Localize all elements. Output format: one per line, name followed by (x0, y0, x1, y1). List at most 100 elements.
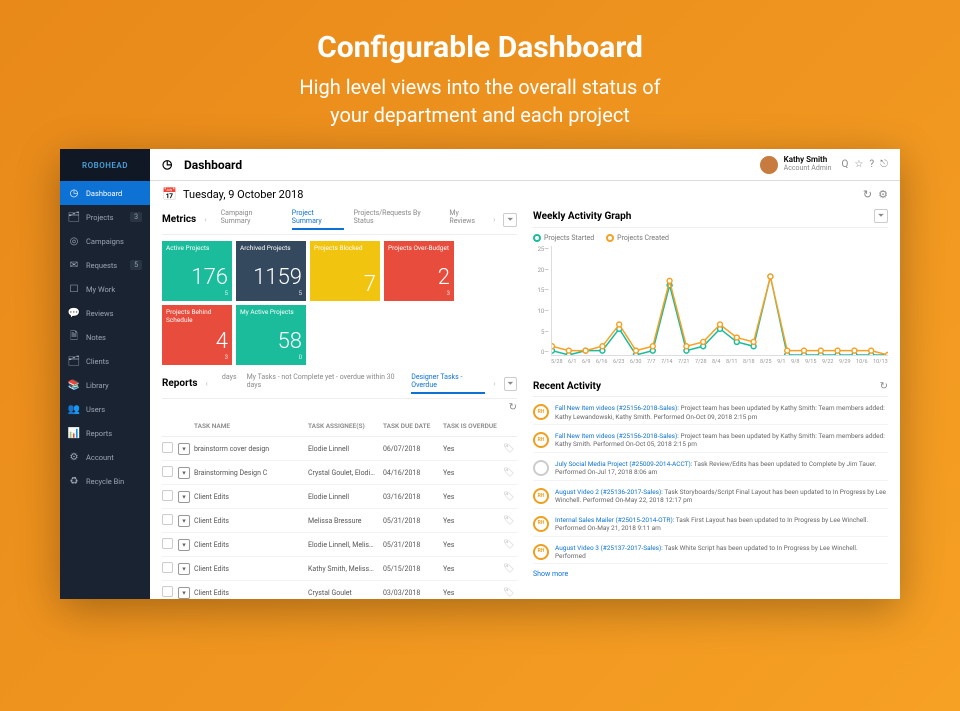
sidebar-item-my-work[interactable]: ☐My Work (60, 277, 150, 301)
tab-projects-requests-by-status[interactable]: Projects/Requests By Status (354, 209, 440, 230)
table-row[interactable]: ▾Client EditsElodie Linnell, Melis…05/31… (162, 533, 517, 557)
avatar (760, 156, 778, 174)
filter-icon[interactable]: ⏷ (503, 213, 517, 227)
activity-link[interactable]: Fall New Item videos (#25156-2018-Sales)… (555, 432, 679, 440)
tag-icon[interactable]: 🏷 (503, 468, 514, 478)
sidebar-item-clients[interactable]: 🗂Clients (60, 349, 150, 373)
chevron-down-icon[interactable]: ▾ (178, 443, 190, 455)
filter-icon[interactable]: ⏷ (874, 209, 888, 223)
checkbox[interactable] (162, 490, 173, 501)
chevron-down-icon[interactable]: ▾ (178, 515, 190, 527)
activity-item[interactable]: RHInternal Sales Mailer (#25015-2014-OTR… (533, 513, 888, 537)
tab-report[interactable]: My Tasks - not Complete yet - overdue wi… (247, 373, 402, 394)
chevron-right-icon[interactable]: › (493, 215, 495, 224)
tag-icon[interactable]: 🏷 (503, 444, 514, 454)
table-row[interactable]: ▾brainstorm cover designElodie Linnell06… (162, 437, 517, 461)
reports-tabs: days My Tasks - not Complete yet - overdu… (222, 373, 485, 394)
activity-item[interactable]: RHFall New Item videos (#25156-2018-Sale… (533, 401, 888, 425)
users-icon: 👥 (68, 403, 80, 415)
sidebar-item-notes[interactable]: 🗎Notes (60, 325, 150, 349)
chevron-left-icon[interactable]: ‹ (206, 379, 208, 388)
sidebar-item-requests[interactable]: ✉Requests5 (60, 253, 150, 277)
chevron-down-icon[interactable]: ▾ (178, 563, 190, 575)
table-row[interactable]: ▾Client EditsElodie Linnell03/16/2018Yes… (162, 485, 517, 509)
tag-icon[interactable]: 🏷 (503, 492, 514, 502)
activity-item[interactable]: RH Fall New Item videos (#25156-2018-Sale… (533, 429, 888, 453)
table-row[interactable]: ▾Brainstorming Design CCrystal Goulet, E… (162, 461, 517, 485)
page-title: ◷ Dashboard (162, 157, 242, 173)
table-body: ▾brainstorm cover designElodie Linnell06… (162, 437, 517, 599)
graph-header: Weekly Activity Graph ⏷ (533, 207, 888, 228)
avatar: RH (533, 432, 549, 448)
refresh-icon[interactable]: ↻ (863, 188, 872, 201)
table-row[interactable]: ▾Client EditsMelissa Bressure05/31/2018Y… (162, 509, 517, 533)
badge: 3 (130, 212, 142, 222)
metrics-tabs: Campaign Summary Project Summary Projects/… (221, 209, 485, 230)
tab-report[interactable]: Designer Tasks - Overdue (411, 373, 485, 394)
sidebar-item-campaigns[interactable]: ◎Campaigns (60, 229, 150, 253)
content: Metrics ‹ Campaign SummaryProject Summar… (150, 207, 900, 599)
metric-card[interactable]: Projects Behind Schedule43 (162, 305, 232, 365)
user-block[interactable]: Kathy Smith Account Admin (760, 156, 832, 174)
table-row[interactable]: ▾Client EditsKathy Smith, Meliss…05/15/2… (162, 557, 517, 581)
activity-link[interactable]: August Video 2 (#25136-2017-Sales): (555, 488, 663, 496)
chevron-down-icon[interactable]: ▾ (178, 467, 190, 479)
tag-icon[interactable]: 🏷 (503, 540, 514, 550)
checkbox[interactable] (162, 514, 173, 525)
gear-icon[interactable]: ⚙ (878, 188, 888, 201)
checkbox[interactable] (162, 562, 173, 573)
checkbox[interactable] (162, 466, 173, 477)
metric-card[interactable]: Projects Blocked7 (310, 241, 380, 301)
chevron-left-icon[interactable]: ‹ (204, 215, 206, 224)
hero-title: Configurable Dashboard (0, 30, 960, 65)
tab-report[interactable]: days (222, 373, 237, 394)
tag-icon[interactable]: 🏷 (503, 564, 514, 574)
sidebar-item-dashboard[interactable]: ◷Dashboard (60, 181, 150, 205)
table-row[interactable]: ▾Client EditsCrystal Goulet03/03/2018Yes… (162, 581, 517, 599)
top-icon[interactable]: Q (841, 159, 848, 170)
calendar-icon[interactable]: 📅 (162, 187, 177, 201)
top-icon[interactable]: ? (869, 159, 874, 170)
sidebar-item-library[interactable]: 📚Library (60, 373, 150, 397)
activity-link[interactable]: Internal Sales Mailer (#25015-2014-OTR): (555, 516, 674, 524)
recycle bin-icon: ♻ (68, 475, 80, 487)
top-icon[interactable]: ⎋ (880, 159, 888, 170)
checkbox[interactable] (162, 538, 173, 549)
metric-card[interactable]: My Active Projects580 (236, 305, 306, 365)
sidebar-item-projects[interactable]: 🗂Projects3 (60, 205, 150, 229)
metric-card[interactable]: Active Projects1765 (162, 241, 232, 301)
tab-campaign-summary[interactable]: Campaign Summary (221, 209, 282, 230)
reports-icon: 📊 (68, 427, 80, 439)
checkbox[interactable] (162, 586, 173, 597)
sidebar-item-reviews[interactable]: 💬Reviews (60, 301, 150, 325)
top-icon[interactable]: ☆ (854, 159, 863, 170)
sidebar-item-account[interactable]: ⚙Account (60, 445, 150, 469)
chevron-right-icon[interactable]: › (493, 379, 495, 388)
chevron-down-icon[interactable]: ▾ (178, 587, 190, 599)
refresh-icon[interactable]: ↻ (880, 381, 888, 392)
library-icon: 📚 (68, 379, 80, 391)
tab-project-summary[interactable]: Project Summary (292, 209, 344, 230)
sidebar-item-reports[interactable]: 📊Reports (60, 421, 150, 445)
checkbox[interactable] (162, 442, 173, 453)
sidebar-item-recycle-bin[interactable]: ♻Recycle Bin (60, 469, 150, 493)
activity-link[interactable]: August Video 3 (#25137-2017-Sales): (555, 544, 663, 552)
activity-link[interactable]: Fall New Item videos (#25156-2018-Sales)… (555, 404, 679, 412)
refresh-icon[interactable]: ↻ (509, 402, 517, 413)
activity-chart: 25—20—15—10—5—0— 5/286/16/96/166/236/307… (533, 246, 888, 371)
activity-item[interactable]: RHAugust Video 3 (#25137-2017-Sales): Ta… (533, 541, 888, 565)
tag-icon[interactable]: 🏷 (503, 516, 514, 526)
activity-item[interactable]: RHAugust Video 2 (#25136-2017-Sales): Ta… (533, 485, 888, 509)
activity-item[interactable]: July Social Media Project (#25009-2014-A… (533, 457, 888, 481)
tag-icon[interactable]: 🏷 (503, 588, 514, 598)
tab-my-reviews[interactable]: My Reviews (449, 209, 485, 230)
chevron-down-icon[interactable]: ▾ (178, 539, 190, 551)
metric-card[interactable]: Projects Over-Budget23 (384, 241, 454, 301)
metric-card[interactable]: Archived Projects11595 (236, 241, 306, 301)
sidebar-item-users[interactable]: 👥Users (60, 397, 150, 421)
activity-link[interactable]: July Social Media Project (#25009-2014-A… (555, 460, 692, 468)
filter-icon[interactable]: ⏷ (504, 377, 517, 391)
show-more-link[interactable]: Show more (533, 568, 888, 578)
top-icons: Q ☆? ⎋ (841, 159, 888, 170)
chevron-down-icon[interactable]: ▾ (178, 491, 190, 503)
